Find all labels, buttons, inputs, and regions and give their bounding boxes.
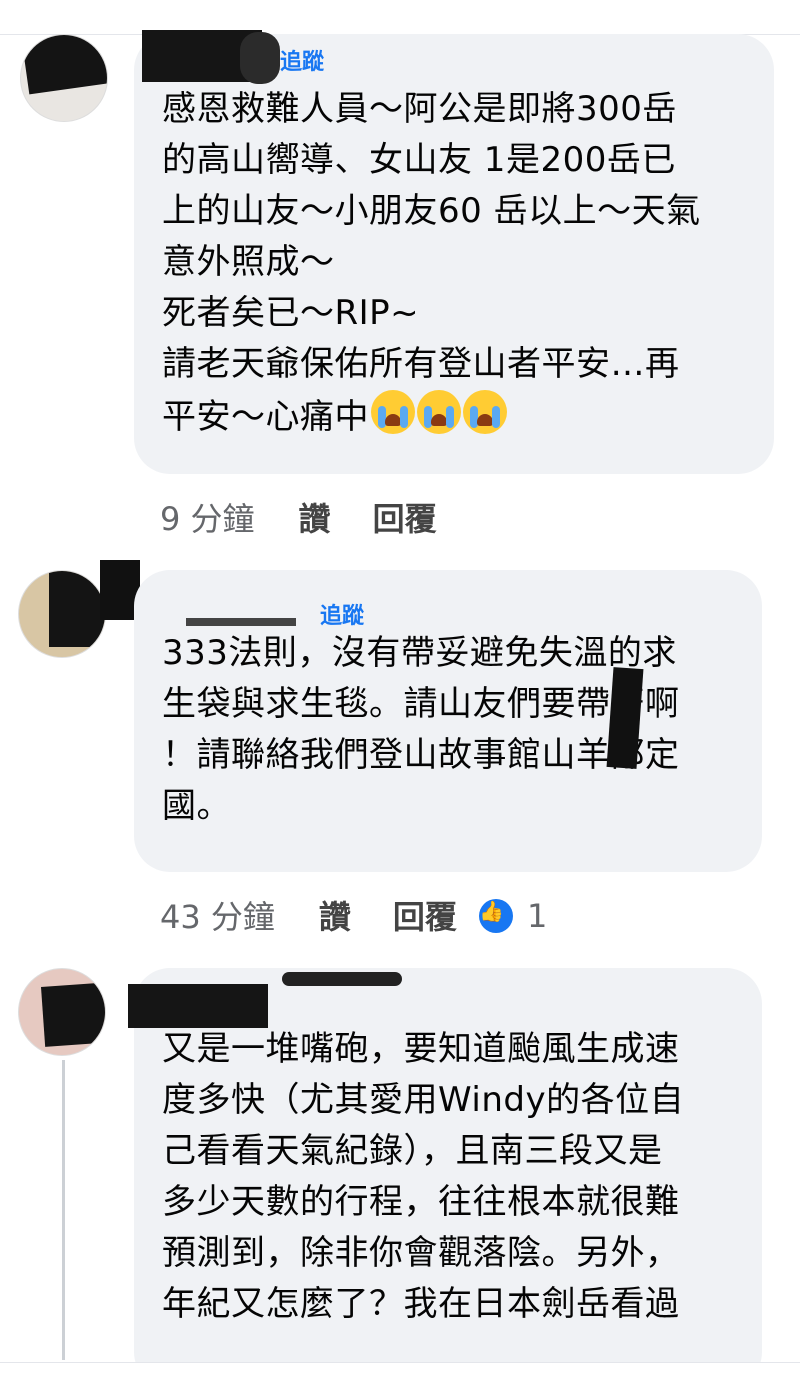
like-button[interactable]: 讚 [319,892,351,938]
crying-face-icon [463,390,507,434]
author-name-redacted [186,618,296,626]
avatar[interactable] [18,968,106,1056]
crying-face-icon [371,390,415,434]
reaction-count: 1 [526,897,548,935]
thumbs-up-icon: 👍 [478,899,513,933]
follow-button[interactable]: 追蹤 [320,598,364,630]
avatar[interactable] [18,570,106,658]
author-name-redacted [240,32,280,84]
like-button[interactable]: 讚 [299,494,331,540]
comment-timestamp[interactable]: 9 分鐘 [160,494,255,540]
comment-1: 追蹤 感恩救難人員～阿公是即將300岳 的高山嚮導、女山友 1是200岳已 上的… [0,30,800,554]
comment-timestamp[interactable]: 43 分鐘 [160,892,275,938]
top-bar [0,0,800,35]
comment-2: 追蹤 333法則，沒有帶妥避免失溫的求 生袋與求生毯。請山友們要帶著啊 ！請聯絡… [0,560,800,960]
comment-bubble: 又是一堆嘴砲，要知道颱風生成速 度多快（尤其愛用Windy的各位自 己看看天氣紀… [128,968,762,1388]
comment-text: 感恩救難人員～阿公是即將300岳 的高山嚮導、女山友 1是200岳已 上的山友～… [162,89,701,437]
thread-line [62,1060,65,1360]
bottom-bar [0,1362,800,1391]
avatar[interactable] [20,34,108,122]
reply-button[interactable]: 回覆 [373,494,437,540]
comment-bubble: 追蹤 感恩救難人員～阿公是即將300岳 的高山嚮導、女山友 1是200岳已 上的… [134,30,774,474]
author-name-redacted [282,972,402,986]
comment-meta: 43 分鐘讚回覆 👍 1 [160,892,547,938]
comment-author-row [128,968,734,1028]
follow-button[interactable]: 追蹤 [280,44,324,76]
comment-bubble: 追蹤 333法則，沒有帶妥避免失溫的求 生袋與求生毯。請山友們要帶著啊 ！請聯絡… [134,570,762,872]
comment-text: 又是一堆嘴砲，要知道颱風生成速 度多快（尤其愛用Windy的各位自 己看看天氣紀… [162,1029,685,1324]
comment-meta: 9 分鐘讚回覆 [160,494,479,540]
comment-text: 333法則，沒有帶妥避免失溫的求 生袋與求生毯。請山友們要帶著啊 ！請聯絡我們登… [162,633,680,826]
reply-button[interactable]: 回覆 [393,892,457,938]
author-name-redacted [128,984,268,1028]
redaction-bar [49,571,105,647]
redaction-bar [41,980,105,1047]
comment-author-row: 追蹤 [162,570,734,630]
reaction-summary[interactable]: 👍 1 [478,895,548,935]
redaction-bar [21,35,107,95]
comment-3: 又是一堆嘴砲，要知道颱風生成速 度多快（尤其愛用Windy的各位自 己看看天氣紀… [0,960,800,1388]
crying-face-icon [417,390,461,434]
comment-author-row: 追蹤 [142,30,746,84]
